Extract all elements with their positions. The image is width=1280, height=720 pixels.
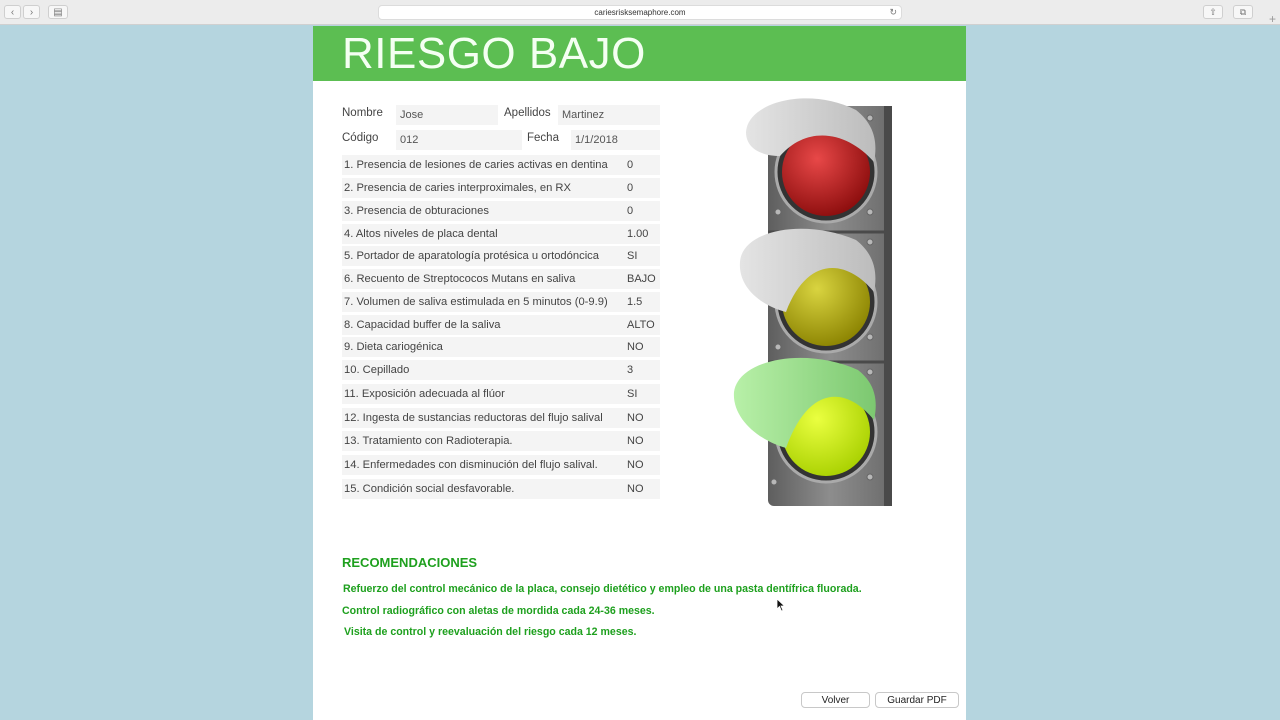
results-page: RIESGO BAJO Nombre Jose Apellidos Martin…: [313, 26, 966, 720]
sidebar-icon[interactable]: ▤: [48, 5, 68, 19]
answer-cell: NO: [623, 479, 659, 499]
answer-cell: ALTO: [623, 315, 659, 335]
question-row: 5. Portador de aparatología protésica u …: [342, 246, 660, 266]
question-row: 6. Recuento de Streptococos Mutans en sa…: [342, 269, 660, 289]
answer-cell: SI: [623, 246, 659, 266]
nombre-field: Jose: [396, 105, 498, 125]
reload-icon[interactable]: ↻: [889, 6, 897, 19]
answer-cell: SI: [623, 384, 659, 404]
traffic-light-image: [733, 98, 892, 506]
share-icon[interactable]: ⇧: [1203, 5, 1223, 19]
apellidos-field: Martinez: [558, 105, 660, 125]
answer-cell: 1.00: [623, 224, 659, 244]
question-row: 10. Cepillado: [342, 360, 660, 380]
recommendation-item: Visita de control y reevaluación del rie…: [344, 626, 637, 638]
answer-cell: BAJO: [623, 269, 659, 289]
answer-cell: NO: [623, 337, 659, 357]
fecha-field: 1/1/2018: [571, 130, 660, 150]
question-row: 11. Exposición adecuada al flúor: [342, 384, 660, 404]
question-row: 3. Presencia de obturaciones: [342, 201, 660, 221]
question-row: 12. Ingesta de sustancias reductoras del…: [342, 408, 660, 428]
tabs-icon[interactable]: ⧉: [1233, 5, 1253, 19]
recommendations-title: RECOMENDACIONES: [342, 555, 478, 570]
answer-cell: 0: [623, 178, 659, 198]
question-row: 15. Condición social desfavorable.: [342, 479, 660, 499]
question-row: 9. Dieta cariogénica: [342, 337, 660, 357]
apellidos-label: Apellidos: [504, 107, 551, 119]
question-row: 2. Presencia de caries interproximales, …: [342, 178, 660, 198]
new-tab-icon[interactable]: +: [1269, 12, 1276, 26]
nombre-label: Nombre: [342, 107, 383, 119]
codigo-label: Código: [342, 132, 379, 144]
risk-banner: RIESGO BAJO: [313, 26, 966, 81]
save-pdf-button[interactable]: Guardar PDF: [875, 692, 959, 708]
answer-cell: 0: [623, 201, 659, 221]
question-row: 14. Enfermedades con disminución del flu…: [342, 455, 660, 475]
answer-cell: 0: [623, 155, 659, 175]
browser-toolbar: ‹ › ▤ cariesrisksemaphore.com ↻ ⇧ ⧉ +: [0, 0, 1280, 26]
back-button[interactable]: Volver: [801, 692, 870, 708]
page-title: RIESGO BAJO: [342, 29, 646, 78]
question-row: 13. Tratamiento con Radioterapia.: [342, 431, 660, 451]
codigo-field: 012: [396, 130, 522, 150]
forward-arrow-icon[interactable]: ›: [23, 5, 40, 19]
question-row: 7. Volumen de saliva estimulada en 5 min…: [342, 292, 660, 312]
url-text: cariesrisksemaphore.com: [594, 8, 686, 17]
answer-cell: 3: [623, 360, 659, 380]
fecha-label: Fecha: [527, 132, 559, 144]
answer-cell: NO: [623, 408, 659, 428]
answer-cell: NO: [623, 455, 659, 475]
mouse-cursor-icon: [776, 598, 786, 612]
recommendation-item: Control radiográfico con aletas de mordi…: [342, 605, 655, 617]
question-row: 4. Altos niveles de placa dental: [342, 224, 660, 244]
back-arrow-icon[interactable]: ‹: [4, 5, 21, 19]
question-row: 8. Capacidad buffer de la saliva: [342, 315, 660, 335]
answer-cell: NO: [623, 431, 659, 451]
question-row: 1. Presencia de lesiones de caries activ…: [342, 155, 660, 175]
recommendation-item: Refuerzo del control mecánico de la plac…: [343, 583, 862, 595]
address-bar[interactable]: cariesrisksemaphore.com ↻: [378, 5, 902, 20]
answer-cell: 1.5: [623, 292, 659, 312]
